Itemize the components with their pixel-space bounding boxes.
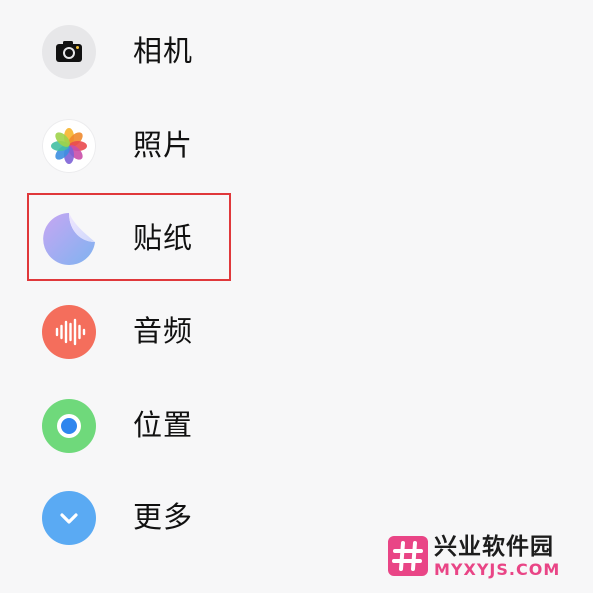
menu-item-label: 位置 [133, 408, 194, 442]
menu-item-label: 照片 [133, 128, 194, 162]
menu-item-photos[interactable]: 照片 [0, 100, 360, 190]
menu-item-label: 相机 [133, 34, 194, 68]
hash-logo-icon [388, 536, 428, 576]
menu-item-label: 更多 [133, 500, 194, 534]
menu-item-more[interactable]: 更多 [0, 472, 360, 562]
photos-icon [42, 119, 96, 173]
watermark-name: 兴业软件园 [434, 534, 554, 560]
watermark-domain: MYXYJS.COM [434, 560, 561, 579]
location-icon [42, 399, 96, 453]
chevron-down-icon [42, 491, 96, 545]
menu-item-label: 音频 [133, 314, 194, 348]
menu-item-audio[interactable]: 音频 [0, 286, 360, 376]
camera-icon [42, 25, 96, 79]
menu-item-camera[interactable]: 相机 [0, 6, 360, 96]
watermark: 兴业软件园 MYXYJS.COM [388, 532, 588, 582]
menu-item-location[interactable]: 位置 [0, 380, 360, 470]
attachment-menu: 相机 照片 贴纸 音频 位置 更多 [0, 0, 593, 593]
menu-item-label: 贴纸 [133, 221, 194, 255]
menu-item-stickers[interactable]: 贴纸 [0, 193, 360, 283]
sticker-icon [42, 212, 96, 266]
audio-waveform-icon [42, 305, 96, 359]
